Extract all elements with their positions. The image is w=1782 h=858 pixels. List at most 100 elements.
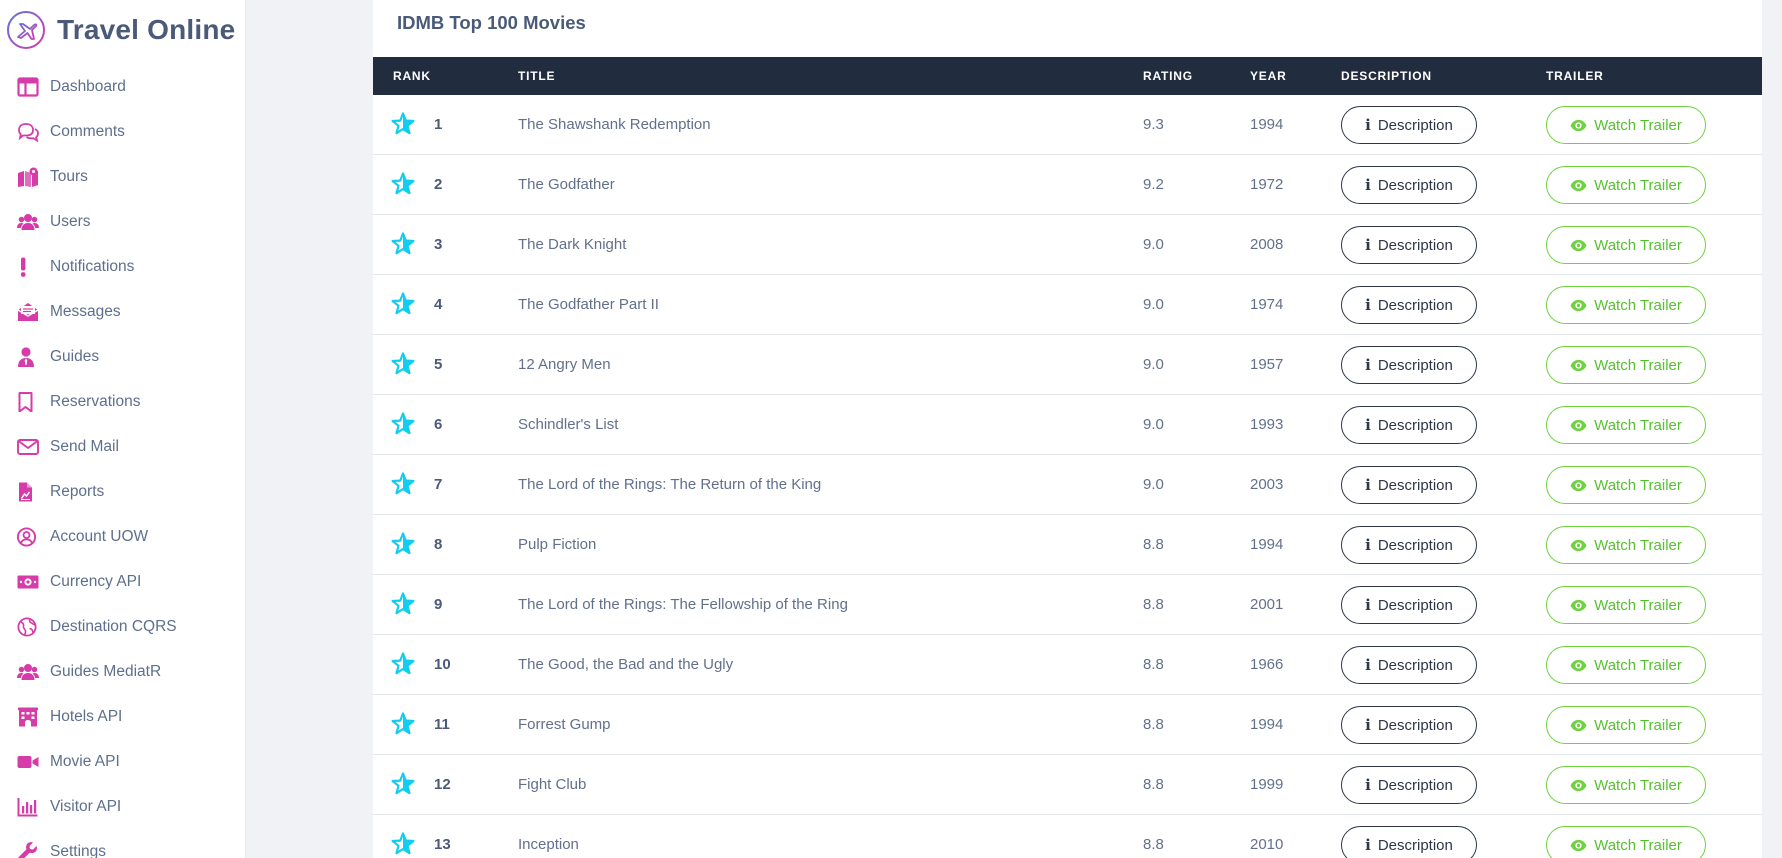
watch-trailer-button[interactable]: Watch Trailer [1546,226,1706,264]
watch-trailer-label: Watch Trailer [1594,596,1682,614]
app-title: Travel Online [57,14,236,45]
sidebar-item-label: Reports [50,482,105,500]
header-rank: RANK [393,69,431,83]
watch-trailer-button[interactable]: Watch Trailer [1546,166,1706,204]
row-title: Forrest Gump [518,716,611,733]
sidebar-item-settings[interactable]: Settings [0,829,245,858]
star-icon[interactable] [391,352,415,376]
wrench-icon [17,841,41,858]
header-description: DESCRIPTION [1341,69,1432,83]
row-year: 1957 [1250,356,1284,373]
users-icon [17,661,41,683]
header-rating: RATING [1143,69,1193,83]
watch-trailer-label: Watch Trailer [1594,716,1682,734]
description-button[interactable]: i Description [1341,766,1477,804]
description-button[interactable]: i Description [1341,406,1477,444]
row-rank: 7 [434,476,443,493]
description-button[interactable]: i Description [1341,226,1477,264]
star-icon[interactable] [391,592,415,616]
watch-trailer-button[interactable]: Watch Trailer [1546,466,1706,504]
header-year: YEAR [1250,69,1287,83]
star-icon[interactable] [391,772,415,796]
watch-trailer-button[interactable]: Watch Trailer [1546,826,1706,858]
star-icon[interactable] [391,172,415,196]
watch-trailer-button[interactable]: Watch Trailer [1546,346,1706,384]
video-icon [17,751,41,773]
description-button[interactable]: i Description [1341,646,1477,684]
row-rating: 8.8 [1143,836,1164,853]
row-rank: 13 [434,836,451,853]
row-rank: 9 [434,596,443,613]
sidebar-item-users[interactable]: Users [0,199,245,244]
sidebar-item-destination-cqrs[interactable]: Destination CQRS [0,604,245,649]
users-icon [17,211,41,233]
brand[interactable]: Travel Online [6,10,235,50]
info-icon: i [1365,716,1371,734]
description-button[interactable]: i Description [1341,526,1477,564]
watch-trailer-button[interactable]: Watch Trailer [1546,286,1706,324]
sidebar-item-comments[interactable]: Comments [0,109,245,154]
description-button-label: Description [1377,836,1453,854]
eye-icon [1570,239,1587,251]
header-title: TITLE [518,69,556,83]
sidebar-item-reservations[interactable]: Reservations [0,379,245,424]
star-icon[interactable] [391,712,415,736]
row-rank: 4 [434,296,443,313]
table-body: 1 The Shawshank Redemption 9.3 1994 i Descrip… [373,95,1762,858]
watch-trailer-button[interactable]: Watch Trailer [1546,766,1706,804]
row-rank: 11 [434,716,450,733]
row-rank: 5 [434,356,443,373]
sidebar-item-reports[interactable]: Reports [0,469,245,514]
description-button[interactable]: i Description [1341,466,1477,504]
eye-icon [1570,719,1587,731]
row-year: 1994 [1250,716,1284,733]
description-button[interactable]: i Description [1341,826,1477,858]
sidebar-item-visitor-api[interactable]: Visitor API [0,784,245,829]
description-button[interactable]: i Description [1341,106,1477,144]
sidebar-item-hotels-api[interactable]: Hotels API [0,694,245,739]
star-icon[interactable] [391,472,415,496]
info-icon: i [1365,236,1371,254]
row-rating: 9.0 [1143,416,1164,433]
sidebar-item-send-mail[interactable]: Send Mail [0,424,245,469]
movies-card: IDMB Top 100 Movies RANK TITLE RATING YE… [373,0,1762,858]
star-icon[interactable] [391,652,415,676]
watch-trailer-button[interactable]: Watch Trailer [1546,526,1706,564]
watch-trailer-label: Watch Trailer [1594,176,1682,194]
star-icon[interactable] [391,412,415,436]
watch-trailer-button[interactable]: Watch Trailer [1546,406,1706,444]
star-icon[interactable] [391,232,415,256]
row-rating: 8.8 [1143,536,1164,553]
watch-trailer-button[interactable]: Watch Trailer [1546,706,1706,744]
sidebar-item-tours[interactable]: Tours [0,154,245,199]
chart-bar-icon [17,796,41,818]
star-icon[interactable] [391,292,415,316]
description-button[interactable]: i Description [1341,286,1477,324]
sidebar-item-label: Comments [50,122,125,140]
watch-trailer-button[interactable]: Watch Trailer [1546,106,1706,144]
description-button[interactable]: i Description [1341,586,1477,624]
envelope-icon [17,436,41,458]
description-button[interactable]: i Description [1341,706,1477,744]
description-button-label: Description [1377,536,1453,554]
star-icon[interactable] [391,832,415,856]
watch-trailer-label: Watch Trailer [1594,536,1682,554]
watch-trailer-button[interactable]: Watch Trailer [1546,646,1706,684]
row-rank: 12 [434,776,451,793]
sidebar-item-guides-mediatr[interactable]: Guides MediatR [0,649,245,694]
row-rating: 8.8 [1143,716,1164,733]
description-button[interactable]: i Description [1341,346,1477,384]
star-icon[interactable] [391,112,415,136]
sidebar-item-guides[interactable]: Guides [0,334,245,379]
bookmark-icon [17,391,41,413]
sidebar-item-dashboard[interactable]: Dashboard [0,64,245,109]
sidebar-item-currency-api[interactable]: Currency API [0,559,245,604]
description-button-label: Description [1377,596,1453,614]
sidebar-item-notifications[interactable]: Notifications [0,244,245,289]
watch-trailer-button[interactable]: Watch Trailer [1546,586,1706,624]
description-button[interactable]: i Description [1341,166,1477,204]
sidebar-item-movie-api[interactable]: Movie API [0,739,245,784]
star-icon[interactable] [391,532,415,556]
sidebar-item-account-uow[interactable]: Account UOW [0,514,245,559]
sidebar-item-messages[interactable]: Messages [0,289,245,334]
